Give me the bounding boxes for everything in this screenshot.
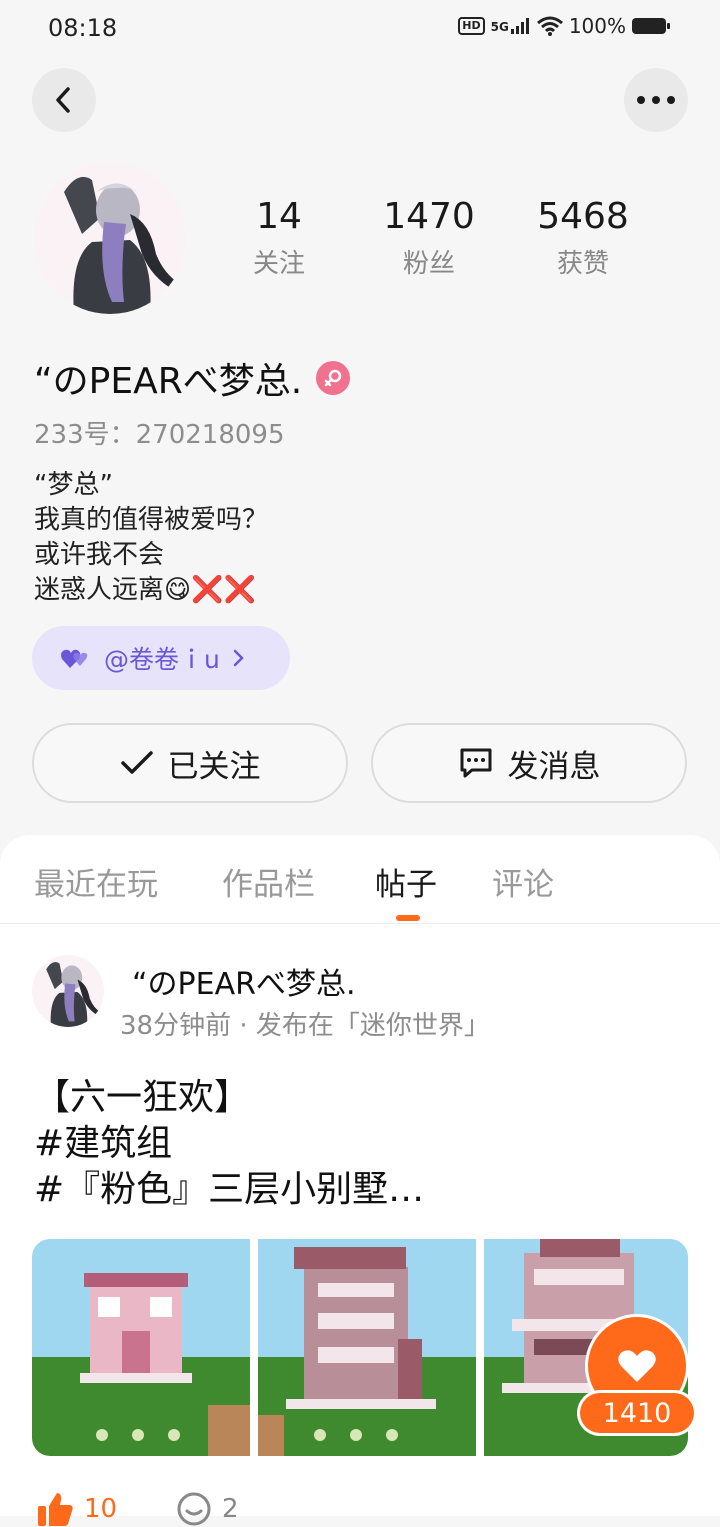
mention-chip[interactable]: @卷卷ｉu [32,626,290,690]
image-like-count: 1410 [580,1393,694,1433]
wifi-icon [536,16,563,36]
battery-icon [632,18,670,34]
more-dots-icon [637,96,675,104]
avatar-image [34,162,186,314]
battery-text: 100% [568,14,626,38]
post-image-1[interactable] [32,1239,250,1456]
signal-icon: 5G [491,18,531,34]
pink-villa-side-image [258,1239,476,1456]
chat-bubble-icon [460,748,491,778]
status-time: 08:18 [48,14,118,42]
more-button[interactable] [624,68,688,132]
tab-bar: 最近在玩 作品栏 帖子 评论 [0,835,720,924]
double-heart-icon [61,649,88,668]
tab-posts[interactable]: 帖子 [375,859,437,904]
post-meta: 38分钟前 · 发布在「迷你世界」 [120,1011,490,1041]
stat-value: 5468 [537,196,629,237]
post-comment-count: 2 [222,1494,239,1524]
post-line: 【六一狂欢】 [34,1077,251,1118]
stat-label: 粉丝 [402,249,455,279]
post-body[interactable]: 【六一狂欢】 #建筑组 #『粉色』三层小别墅… [34,1075,424,1213]
content-panel: 最近在玩 作品栏 帖子 评论 “のPEARべ梦总. 38分钟前 · 发布在「迷你… [0,835,720,1526]
bio-line: 或许我不会 [34,540,165,570]
stat-value: 14 [256,196,302,237]
following-label: 已关注 [167,748,261,785]
post-line: #『粉色』三层小别墅… [34,1169,425,1210]
thumbs-up-icon [38,1493,73,1526]
status-icons: HD 5G 100% [458,14,670,38]
post-author-name[interactable]: “のPEARべ梦总. [132,959,356,1003]
bio-line: “梦总” [34,470,113,500]
tab-comments[interactable]: 评论 [492,859,554,904]
username-row: “のPEARべ梦总. [34,352,351,404]
bio-line: 迷惑人远离😋❌❌ [34,575,256,605]
post-image-2[interactable] [258,1239,476,1456]
user-id: 233号：270218095 [34,420,285,450]
post-like-count: 10 [84,1494,118,1524]
bio: “梦总” 我真的值得被爱吗？ 或许我不会 迷惑人远离😋❌❌ [34,468,268,608]
message-button[interactable]: 发消息 [371,723,687,803]
stat-label: 关注 [252,249,305,279]
stat-label: 获赞 [556,249,609,279]
tab-works[interactable]: 作品栏 [222,859,315,904]
avatar-image [32,955,104,1027]
stat-following[interactable]: 14 关注 [204,196,354,280]
avatar[interactable] [34,162,186,314]
chevron-right-icon [233,649,244,667]
following-button[interactable]: 已关注 [32,723,348,803]
post-author-avatar[interactable] [32,955,104,1027]
post-line: #建筑组 [34,1123,173,1164]
back-button[interactable] [32,68,96,132]
tab-indicator [396,915,420,921]
heart-icon [618,1350,656,1382]
comment-icon [177,1492,211,1526]
tab-recently-played[interactable]: 最近在玩 [34,859,158,904]
post-like-button[interactable]: 10 [36,1491,117,1527]
bio-line: 我真的值得被爱吗？ [34,505,269,535]
chevron-left-icon [56,87,70,113]
post-comment-button[interactable]: 2 [176,1491,239,1527]
stat-followers[interactable]: 1470 粉丝 [354,196,504,280]
stat-likes[interactable]: 5468 获赞 [508,196,658,280]
check-icon [120,751,153,774]
stat-value: 1470 [383,196,475,237]
female-gender-icon [316,361,351,395]
message-label: 发消息 [507,748,601,785]
pink-villa-image [32,1239,250,1456]
mention-text: @卷卷ｉu [104,645,220,674]
username: “のPEARべ梦总. [34,361,303,402]
hd-icon: HD [458,17,485,35]
